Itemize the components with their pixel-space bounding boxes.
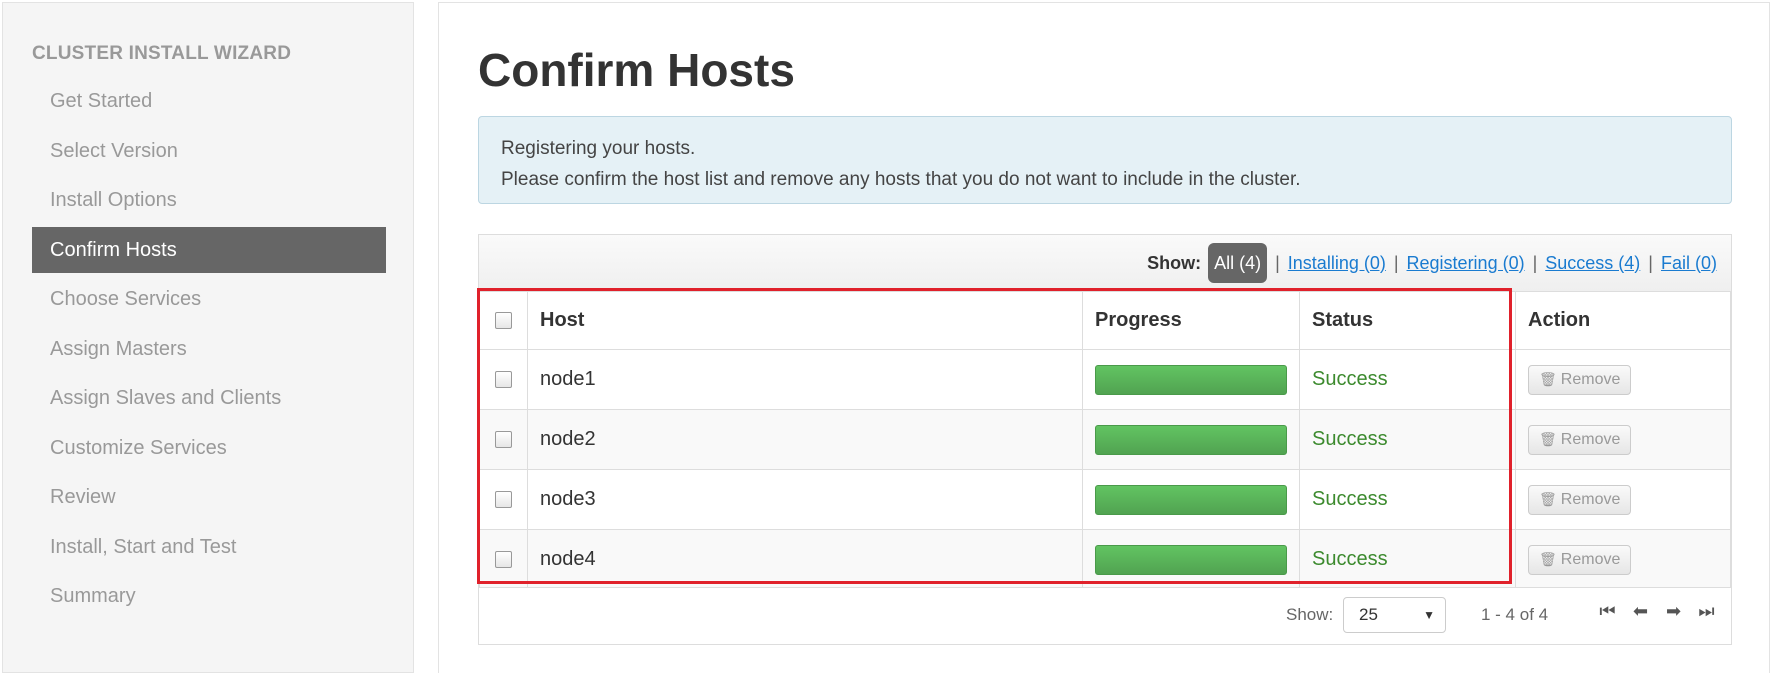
progress-bar <box>1095 544 1287 575</box>
filter-separator: | <box>1393 252 1399 273</box>
table-row: node4 Success 🗑 Remove <box>479 529 1731 590</box>
hosts-table-box: Show: All (4) | Installing (0) | Registe… <box>478 234 1732 645</box>
select-all-cell <box>479 291 528 350</box>
pagination: ⏮ ⬅ ➡ ⏭ <box>1597 601 1717 622</box>
info-alert: Registering your hosts. Please confirm t… <box>478 116 1732 204</box>
nav-item-install-options[interactable]: Install Options <box>32 177 386 223</box>
remove-label: Remove <box>1560 430 1621 448</box>
nav-item-install-start-test[interactable]: Install, Start and Test <box>32 524 386 570</box>
nav-item-select-version[interactable]: Select Version <box>32 128 386 174</box>
trash-icon: 🗑 <box>1539 431 1557 447</box>
action-cell: 🗑 Remove <box>1515 469 1731 530</box>
remove-label: Remove <box>1560 490 1621 508</box>
next-page-icon[interactable]: ➡ <box>1663 601 1684 622</box>
filter-installing[interactable]: Installing (0) <box>1288 253 1386 274</box>
header-progress: Progress <box>1082 291 1300 350</box>
caret-down-icon: ▼ <box>1423 608 1435 622</box>
filter-fail[interactable]: Fail (0) <box>1661 253 1717 274</box>
trash-icon: 🗑 <box>1539 551 1557 567</box>
nav-item-summary[interactable]: Summary <box>32 573 386 619</box>
row-checkbox-cell <box>479 409 528 470</box>
trash-icon: 🗑 <box>1539 371 1557 387</box>
progress-cell <box>1082 349 1300 410</box>
row-checkbox[interactable] <box>495 431 512 449</box>
filter-all[interactable]: All (4) <box>1208 243 1268 283</box>
wizard-nav: Get Started Select Version Install Optio… <box>32 78 386 623</box>
prev-page-icon[interactable]: ⬅ <box>1630 601 1651 622</box>
alert-line-2: Please confirm the host list and remove … <box>501 169 1301 190</box>
host-name: node4 <box>527 529 1083 590</box>
trash-icon: 🗑 <box>1539 491 1557 507</box>
nav-item-assign-masters[interactable]: Assign Masters <box>32 326 386 372</box>
action-cell: 🗑 Remove <box>1515 349 1731 410</box>
remove-label: Remove <box>1560 370 1621 388</box>
page-size-select[interactable]: 25 ▼ <box>1343 597 1446 633</box>
remove-button[interactable]: 🗑 Remove <box>1528 364 1632 395</box>
filter-separator: | <box>1648 252 1653 273</box>
table-footer: Show: 25 ▼ 1 - 4 of 4 ⏮ ⬅ ➡ ⏭ <box>479 587 1731 644</box>
header-host[interactable]: Host <box>527 291 1083 350</box>
last-page-icon[interactable]: ⏭ <box>1696 601 1717 622</box>
filter-separator: | <box>1532 252 1538 273</box>
wizard-sidebar: CLUSTER INSTALL WIZARD Get Started Selec… <box>2 2 414 673</box>
page-size-label: Show: <box>1286 605 1334 624</box>
action-cell: 🗑 Remove <box>1515 409 1731 470</box>
table-row: node1 Success 🗑 Remove <box>479 349 1731 410</box>
hosts-table: Host Progress Status Action node1 Succes… <box>479 291 1731 590</box>
nav-item-customize-services[interactable]: Customize Services <box>32 425 386 471</box>
row-checkbox[interactable] <box>495 491 512 509</box>
status-text[interactable]: Success <box>1299 469 1516 530</box>
filter-bar: Show: All (4) | Installing (0) | Registe… <box>479 235 1731 292</box>
progress-bar <box>1095 484 1287 515</box>
filter-separator: | <box>1275 252 1280 273</box>
status-text[interactable]: Success <box>1299 529 1516 590</box>
header-status[interactable]: Status <box>1299 291 1516 350</box>
row-checkbox[interactable] <box>495 371 512 389</box>
nav-item-confirm-hosts[interactable]: Confirm Hosts <box>32 226 386 273</box>
remove-button[interactable]: 🗑 Remove <box>1528 484 1632 515</box>
nav-item-get-started[interactable]: Get Started <box>32 78 386 124</box>
status-text[interactable]: Success <box>1299 349 1516 410</box>
progress-cell <box>1082 409 1300 470</box>
page-range: 1 - 4 of 4 <box>1481 605 1549 624</box>
progress-bar <box>1095 424 1287 455</box>
page-title: Confirm Hosts <box>478 44 795 96</box>
status-text[interactable]: Success <box>1299 409 1516 470</box>
row-checkbox-cell <box>479 469 528 530</box>
nav-item-review[interactable]: Review <box>32 474 386 520</box>
progress-bar <box>1095 364 1287 395</box>
first-page-icon[interactable]: ⏮ <box>1597 601 1618 622</box>
page-size-value: 25 <box>1359 605 1378 624</box>
nav-item-choose-services[interactable]: Choose Services <box>32 276 386 322</box>
progress-cell <box>1082 529 1300 590</box>
main-panel: Confirm Hosts Registering your hosts. Pl… <box>438 2 1770 673</box>
select-all-checkbox[interactable] <box>495 312 512 330</box>
sidebar-title: CLUSTER INSTALL WIZARD <box>32 43 292 64</box>
host-name: node3 <box>527 469 1083 530</box>
alert-line-1: Registering your hosts. <box>501 138 696 159</box>
table-header-row: Host Progress Status Action <box>479 291 1731 350</box>
host-name: node2 <box>527 409 1083 470</box>
remove-button[interactable]: 🗑 Remove <box>1528 544 1632 575</box>
nav-item-assign-slaves-clients[interactable]: Assign Slaves and Clients <box>32 375 386 421</box>
table-row: node2 Success 🗑 Remove <box>479 409 1731 470</box>
table-row: node3 Success 🗑 Remove <box>479 469 1731 530</box>
filter-success[interactable]: Success (4) <box>1545 253 1640 274</box>
row-checkbox-cell <box>479 529 528 590</box>
action-cell: 🗑 Remove <box>1515 529 1731 590</box>
header-action: Action <box>1515 291 1731 350</box>
filter-show-label: Show: <box>1147 252 1202 273</box>
remove-button[interactable]: 🗑 Remove <box>1528 424 1632 455</box>
host-filters: Show: All (4) | Installing (0) | Registe… <box>1147 243 1717 283</box>
row-checkbox-cell <box>479 349 528 410</box>
remove-label: Remove <box>1560 550 1621 568</box>
progress-cell <box>1082 469 1300 530</box>
host-name: node1 <box>527 349 1083 410</box>
filter-registering[interactable]: Registering (0) <box>1407 253 1525 274</box>
row-checkbox[interactable] <box>495 551 512 569</box>
